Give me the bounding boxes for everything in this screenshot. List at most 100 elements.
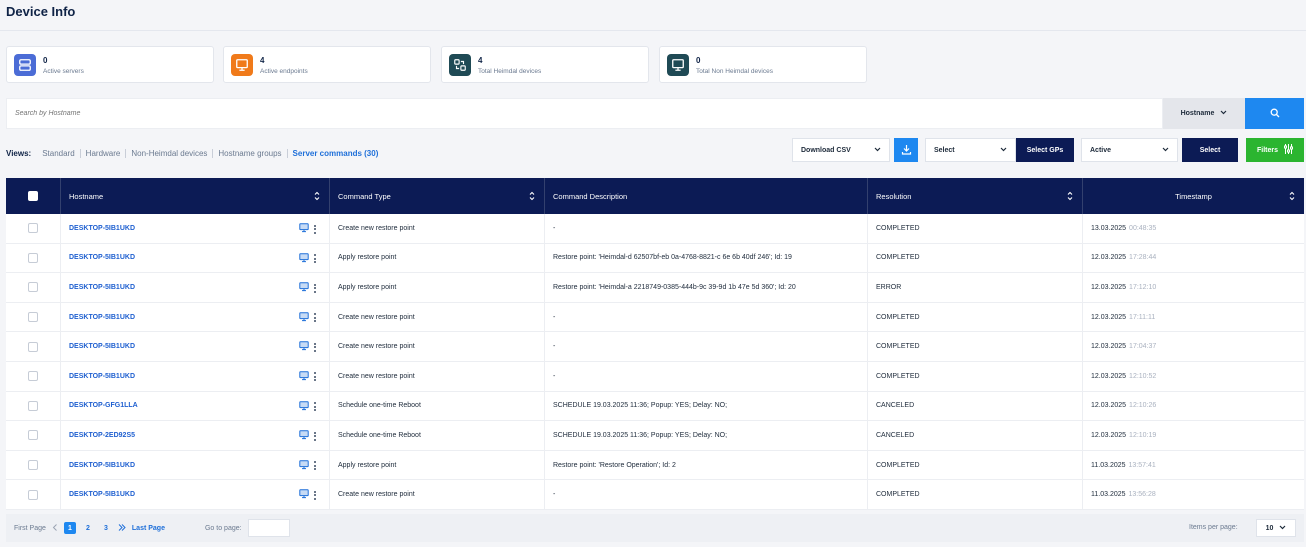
column-header-resolution[interactable]: Resolution bbox=[868, 178, 1083, 214]
hostname-link[interactable]: DESKTOP-5IB1UKD bbox=[69, 462, 135, 469]
view-hardware[interactable]: Hardware bbox=[81, 149, 127, 158]
monitor-icon[interactable] bbox=[299, 430, 309, 442]
column-header-timestamp[interactable]: Timestamp bbox=[1083, 178, 1304, 214]
items-per-page-select[interactable]: 10 bbox=[1256, 519, 1296, 537]
kebab-menu-icon[interactable] bbox=[314, 461, 317, 471]
download-icon bbox=[901, 144, 912, 157]
double-chevron-right-icon[interactable] bbox=[118, 523, 126, 533]
page-button-1[interactable]: 1 bbox=[63, 522, 76, 534]
resolution-cell: COMPLETED bbox=[868, 302, 1083, 332]
search-input[interactable] bbox=[7, 99, 1162, 128]
monitor-icon[interactable] bbox=[299, 341, 309, 353]
status-select[interactable]: Active bbox=[1081, 138, 1178, 162]
page-title: Device Info bbox=[6, 4, 76, 19]
kebab-menu-icon[interactable] bbox=[314, 342, 317, 352]
hostname-link[interactable]: DESKTOP-2ED92S5 bbox=[69, 432, 135, 439]
command-type-cell: Schedule one-time Reboot bbox=[330, 421, 545, 450]
view-non-heimdal-devices[interactable]: Non-Heimdal devices bbox=[126, 149, 214, 158]
command-type-cell: Create new restore point bbox=[330, 332, 545, 361]
resolution-cell: COMPLETED bbox=[868, 361, 1083, 391]
row-checkbox[interactable] bbox=[28, 400, 38, 411]
kebab-menu-icon[interactable] bbox=[314, 283, 317, 293]
kebab-menu-icon[interactable] bbox=[314, 402, 317, 412]
command-type-cell: Apply restore point bbox=[330, 273, 545, 302]
timestamp-cell: 12.03.2025 17:11:11 bbox=[1083, 303, 1304, 332]
search-button[interactable] bbox=[1245, 98, 1304, 129]
table-row[interactable]: DESKTOP-5IB1UKD Apply restore point Rest… bbox=[6, 450, 1304, 481]
select-button[interactable]: Select bbox=[1182, 138, 1238, 162]
table-row[interactable]: DESKTOP-GFG1LLA Schedule one-time Reboot… bbox=[6, 391, 1304, 422]
row-actions bbox=[299, 371, 317, 383]
monitor-icon[interactable] bbox=[299, 460, 309, 472]
column-header-hostname[interactable]: Hostname bbox=[61, 178, 330, 214]
kebab-menu-icon[interactable] bbox=[314, 490, 317, 500]
kebab-menu-icon[interactable] bbox=[314, 313, 317, 323]
row-checkbox[interactable] bbox=[28, 430, 38, 441]
view-hostname-groups[interactable]: Hostname groups bbox=[213, 149, 288, 158]
last-page-link[interactable]: Last Page bbox=[132, 525, 165, 532]
hostname-link[interactable]: DESKTOP-5IB1UKD bbox=[69, 373, 135, 380]
stat-value: 4 bbox=[260, 56, 265, 65]
monitor-icon[interactable] bbox=[299, 489, 309, 501]
table-row[interactable]: DESKTOP-5IB1UKD Apply restore point Rest… bbox=[6, 273, 1304, 303]
timestamp-time: 12:10:26 bbox=[1129, 402, 1157, 410]
select-all-checkbox[interactable] bbox=[28, 191, 38, 201]
table-row[interactable]: DESKTOP-5IB1UKD Create new restore point… bbox=[6, 480, 1304, 510]
goto-page-input[interactable] bbox=[247, 519, 290, 537]
view-standard[interactable]: Standard bbox=[37, 149, 81, 158]
row-checkbox[interactable] bbox=[28, 312, 38, 323]
gp-select[interactable]: Select bbox=[925, 138, 1016, 162]
table-row[interactable]: DESKTOP-5IB1UKD Create new restore point… bbox=[6, 332, 1304, 362]
hostname-cell: DESKTOP-5IB1UKD bbox=[61, 214, 330, 243]
monitor-icon[interactable] bbox=[299, 371, 309, 383]
column-header-command-type[interactable]: Command Type bbox=[330, 178, 545, 214]
monitor-icon[interactable] bbox=[299, 400, 309, 413]
select-gps-button[interactable]: Select GPs bbox=[1016, 138, 1074, 162]
table-row[interactable]: DESKTOP-5IB1UKD Create new restore point… bbox=[6, 302, 1304, 333]
hostname-link[interactable]: DESKTOP-5IB1UKD bbox=[69, 491, 135, 498]
download-csv-select[interactable]: Download CSV bbox=[792, 138, 890, 162]
monitor-icon[interactable] bbox=[299, 223, 309, 235]
download-button[interactable] bbox=[894, 138, 918, 162]
row-checkbox[interactable] bbox=[28, 223, 38, 234]
table-row[interactable]: DESKTOP-5IB1UKD Apply restore point Rest… bbox=[6, 243, 1304, 274]
hostname-link[interactable]: DESKTOP-5IB1UKD bbox=[69, 284, 135, 291]
monitor-icon[interactable] bbox=[299, 252, 309, 265]
row-checkbox[interactable] bbox=[28, 371, 38, 382]
row-checkbox[interactable] bbox=[28, 341, 38, 352]
page-button-3[interactable]: 3 bbox=[100, 522, 112, 534]
row-checkbox[interactable] bbox=[28, 489, 38, 500]
monitor-icon[interactable] bbox=[299, 282, 309, 294]
filters-button[interactable]: Filters bbox=[1246, 138, 1304, 162]
search-field-select[interactable]: Hostname bbox=[1163, 98, 1245, 129]
table-row[interactable]: DESKTOP-5IB1UKD Create new restore point… bbox=[6, 361, 1304, 392]
views-label: Views: bbox=[6, 149, 32, 158]
hostname-link[interactable]: DESKTOP-5IB1UKD bbox=[69, 254, 135, 261]
timestamp-cell: 13.03.2025 00:48:35 bbox=[1083, 214, 1304, 243]
kebab-menu-icon[interactable] bbox=[314, 224, 317, 234]
hostname-link[interactable]: DESKTOP-5IB1UKD bbox=[69, 225, 135, 232]
hostname-link[interactable]: DESKTOP-5IB1UKD bbox=[69, 343, 135, 350]
resolution-cell: COMPLETED bbox=[868, 214, 1083, 243]
kebab-menu-icon[interactable] bbox=[314, 254, 317, 264]
timestamp-cell: 11.03.2025 13:57:41 bbox=[1083, 451, 1304, 480]
kebab-menu-icon[interactable] bbox=[314, 431, 317, 441]
table-row[interactable]: DESKTOP-2ED92S5 Schedule one-time Reboot… bbox=[6, 421, 1304, 451]
table-row[interactable]: DESKTOP-5IB1UKD Create new restore point… bbox=[6, 214, 1304, 244]
row-checkbox[interactable] bbox=[28, 460, 38, 471]
chevron-left-icon[interactable] bbox=[52, 523, 58, 533]
hostname-link[interactable]: DESKTOP-GFG1LLA bbox=[69, 402, 138, 409]
command-description-cell: - bbox=[545, 361, 868, 391]
kebab-menu-icon[interactable] bbox=[314, 372, 317, 382]
table-body: DESKTOP-5IB1UKD Create new restore point… bbox=[6, 214, 1304, 510]
row-checkbox[interactable] bbox=[28, 252, 38, 263]
row-select-cell bbox=[6, 450, 61, 480]
view-server-commands[interactable]: Server commands (30) bbox=[288, 149, 384, 158]
page-button-2[interactable]: 2 bbox=[82, 522, 94, 534]
monitor-icon[interactable] bbox=[299, 312, 309, 324]
first-page-link[interactable]: First Page bbox=[14, 525, 46, 532]
command-description-cell: - bbox=[545, 214, 868, 243]
stat-card-total-non-heimdal-devices: 0 Total Non Heimdal devices bbox=[659, 46, 867, 83]
row-checkbox[interactable] bbox=[28, 282, 38, 293]
hostname-link[interactable]: DESKTOP-5IB1UKD bbox=[69, 314, 135, 321]
